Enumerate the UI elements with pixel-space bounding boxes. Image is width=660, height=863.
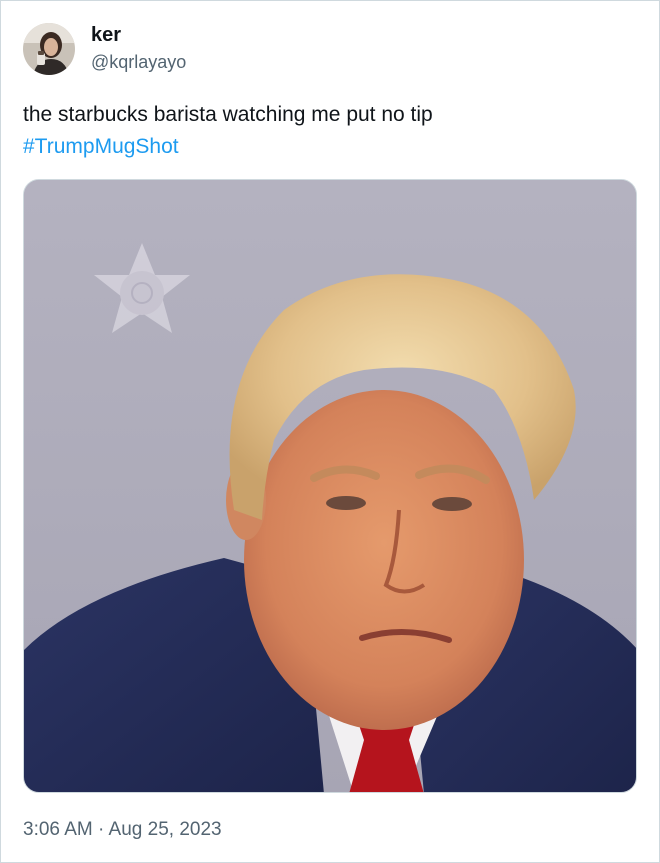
author-names: ker @kqrlayayo	[91, 23, 186, 73]
tweet-card: ker @kqrlayayo the starbucks barista wat…	[0, 0, 660, 863]
tweet-text: the starbucks barista watching me put no…	[23, 99, 633, 163]
user-avatar-icon[interactable]	[23, 23, 75, 75]
tweet-body: the starbucks barista watching me put no…	[23, 103, 433, 126]
display-name[interactable]: ker	[91, 23, 186, 47]
tweet-header: ker @kqrlayayo	[23, 21, 186, 77]
tweet-photo[interactable]	[23, 179, 637, 793]
user-handle[interactable]: @kqrlayayo	[91, 51, 186, 73]
tweet-timestamp[interactable]: 3:06 AM · Aug 25, 2023	[23, 818, 222, 842]
hashtag-link[interactable]: #TrumpMugShot	[23, 131, 633, 163]
